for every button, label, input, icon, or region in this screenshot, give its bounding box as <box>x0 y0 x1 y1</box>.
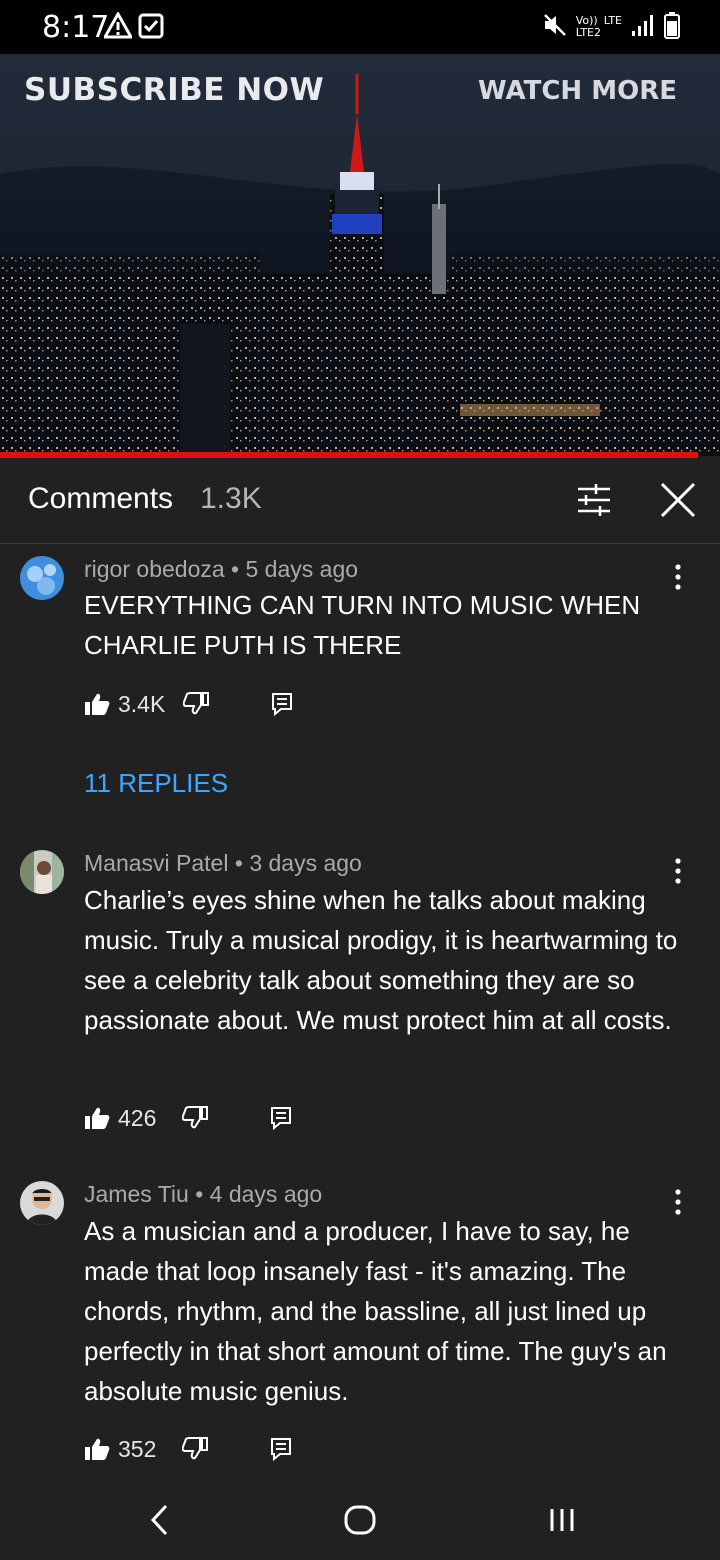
comments-header: Comments 1.3K <box>0 458 720 544</box>
signal-icon <box>630 12 656 43</box>
watch-more-overlay[interactable]: WATCH MORE <box>478 76 677 106</box>
back-icon <box>150 1504 168 1536</box>
status-right: Vo)) LTE LTE2 <box>542 11 680 44</box>
thumbs-up-icon <box>85 693 110 715</box>
reply-button[interactable] <box>270 1106 292 1130</box>
comment-text: EVERYTHING CAN TURN INTO MUSIC WHEN CHAR… <box>84 590 641 660</box>
reply-button[interactable] <box>270 1437 292 1461</box>
subscribe-now-overlay[interactable]: SUBSCRIBE NOW <box>24 72 324 108</box>
dislike-button[interactable] <box>182 1437 209 1461</box>
comment-text: As a musician and a producer, I have to … <box>84 1216 667 1406</box>
avatar[interactable] <box>20 556 64 600</box>
network-lte-label: LTE <box>603 14 622 27</box>
comment-item: Manasvi Patel • 3 days ago Charlie’s eye… <box>0 838 720 1168</box>
mute-icon <box>542 12 568 43</box>
dislike-button[interactable] <box>183 692 210 716</box>
meta-separator: • <box>231 556 240 582</box>
like-button[interactable] <box>84 1106 110 1130</box>
network-lte2-label: LTE2 <box>575 26 602 39</box>
recents-icon <box>550 1509 574 1531</box>
close-comments-button[interactable] <box>656 478 700 522</box>
comments-count: 1.3K <box>200 482 262 515</box>
comments-title: Comments <box>28 482 174 515</box>
comment-item: rigor obedoza • 5 days ago EVERYTHING CA… <box>0 544 720 824</box>
like-count: 426 <box>118 1104 157 1131</box>
like-count: 3.4K <box>118 690 166 717</box>
network-labels: Vo)) LTE LTE2 <box>576 15 622 39</box>
reply-icon <box>271 1107 292 1130</box>
home-icon <box>344 1505 376 1535</box>
avatar[interactable] <box>20 850 64 894</box>
comment-item: James Tiu • 4 days ago As a musician and… <box>0 1169 720 1479</box>
view-replies-link[interactable]: 11 REPLIES <box>84 768 228 799</box>
thumbs-up-icon <box>85 1107 110 1129</box>
thumbs-down-icon <box>183 692 210 715</box>
battery-icon <box>664 11 680 44</box>
like-button[interactable] <box>84 692 110 716</box>
recents-button[interactable] <box>532 1500 592 1540</box>
reply-icon <box>271 1438 292 1461</box>
thumbs-down-icon <box>182 1106 209 1129</box>
comment-meta: Manasvi Patel • 3 days ago <box>84 850 362 877</box>
reply-icon <box>272 693 293 716</box>
comment-author[interactable]: Manasvi Patel <box>84 850 228 876</box>
reply-button[interactable] <box>271 692 293 716</box>
comment-actions: 352 <box>84 1431 292 1467</box>
home-button[interactable] <box>330 1500 390 1540</box>
like-count: 352 <box>118 1435 157 1462</box>
comment-time: 3 days ago <box>249 850 362 876</box>
status-bar: 8:17 Vo)) LTE LTE2 <box>0 0 720 54</box>
filter-icon <box>578 484 610 516</box>
close-icon <box>660 482 696 518</box>
comment-actions: 426 <box>84 1100 292 1136</box>
checkbox-icon <box>138 12 164 45</box>
comment-author[interactable]: rigor obedoza <box>84 556 225 582</box>
status-time: 8:17 <box>42 10 110 45</box>
dislike-button[interactable] <box>182 1106 209 1130</box>
comment-time: 5 days ago <box>245 556 359 582</box>
thumbs-down-icon <box>182 1437 209 1460</box>
comment-meta: rigor obedoza • 5 days ago <box>84 556 358 583</box>
system-nav-bar <box>0 1480 720 1560</box>
like-button[interactable] <box>84 1437 110 1461</box>
comment-time: 4 days ago <box>209 1181 323 1207</box>
avatar[interactable] <box>20 1181 64 1225</box>
video-player[interactable]: SUBSCRIBE NOW WATCH MORE <box>0 54 720 456</box>
sort-filter-button[interactable] <box>574 480 614 520</box>
comment-meta: James Tiu • 4 days ago <box>84 1181 322 1208</box>
thumbs-up-icon <box>85 1438 110 1460</box>
comment-author[interactable]: James Tiu <box>84 1181 189 1207</box>
comment-text: Charlie’s eyes shine when he talks about… <box>84 885 678 1035</box>
meta-separator: • <box>234 850 243 876</box>
city-skyline-image <box>0 54 720 456</box>
back-button[interactable] <box>130 1500 190 1540</box>
meta-separator: • <box>195 1181 204 1207</box>
comment-actions: 3.4K <box>84 686 293 722</box>
warning-icon <box>102 10 134 45</box>
